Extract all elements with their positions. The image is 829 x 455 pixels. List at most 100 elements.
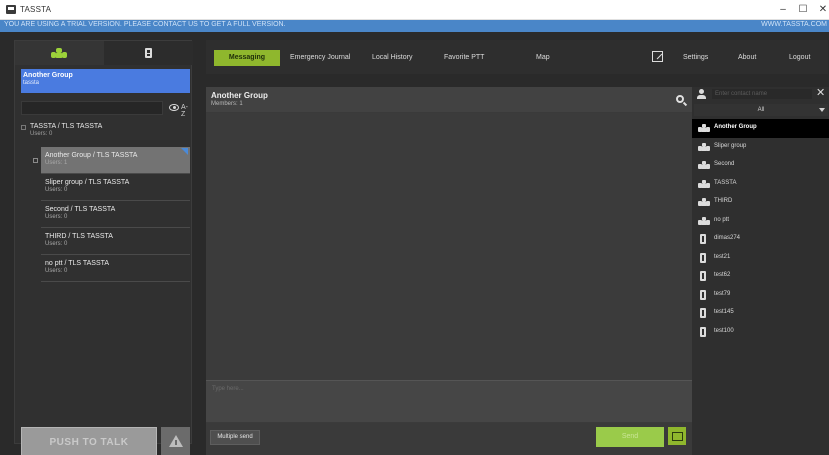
top-nav: Messaging Emergency Journal Local Histor… [206, 40, 828, 74]
group-users: Users: 0 [45, 187, 68, 193]
trial-message: YOU ARE USING A TRIAL VERSION. PLEASE CO… [4, 21, 286, 28]
contact-item[interactable]: test145 [692, 304, 829, 323]
tab-emergency-journal[interactable]: Emergency Journal [290, 50, 350, 66]
contact-label: Another Group [714, 124, 757, 130]
edit-icon[interactable] [652, 51, 663, 62]
device-icon [700, 326, 706, 337]
contact-label: test79 [714, 290, 731, 297]
contact-list: Another Group Sliper group Second TASSTA… [692, 119, 829, 341]
contact-label: TASSTA [714, 179, 737, 186]
chat-title: Another Group [211, 91, 268, 100]
maximize-button[interactable]: ☐ [795, 3, 811, 17]
window-title: TASSTA [20, 5, 52, 14]
device-icon [700, 271, 706, 281]
contact-item[interactable]: dimas274 [692, 230, 829, 249]
group-search-row: A-Z [21, 101, 190, 118]
group-name: THIRD / TLS TASSTA [45, 233, 113, 240]
contact-label: Second [714, 161, 735, 167]
group-icon [698, 124, 710, 132]
group-list-item[interactable]: Another Group / TLS TASSTA Users: 1 [33, 147, 190, 174]
selected-group-name: Another Group [23, 72, 73, 79]
tab-local-history[interactable]: Local History [372, 50, 412, 66]
expand-icon[interactable] [21, 125, 26, 130]
group-icon [698, 179, 710, 188]
person-icon [697, 89, 706, 99]
contact-item[interactable]: TASSTA [692, 175, 829, 194]
group-list: Another Group / TLS TASSTA Users: 1 Slip… [33, 147, 190, 282]
left-panel: Another Group tassta A-Z TASSTA / TLS TA… [14, 40, 193, 455]
contact-filter-select[interactable]: All [694, 104, 828, 116]
selected-group-user: tassta [23, 80, 40, 86]
selected-corner-icon [181, 148, 188, 155]
group-users: Users: 0 [45, 268, 68, 274]
contact-label: no ptt [714, 216, 730, 223]
device-icon [145, 48, 152, 58]
attachment-icon[interactable] [668, 427, 686, 445]
contact-item[interactable]: Another Group [692, 119, 829, 138]
tab-map[interactable]: Map [536, 50, 550, 66]
chat-panel: Another Group Members: 1 Type here... Mu… [206, 87, 692, 455]
group-name: Sliper group / TLS TASSTA [45, 179, 130, 186]
group-list-item[interactable]: THIRD / TLS TASSTA Users: 0 [41, 228, 190, 255]
contact-search-input[interactable]: Enter contact name [712, 89, 812, 99]
device-icon [700, 234, 706, 244]
contact-item[interactable]: Second [692, 156, 829, 175]
eye-icon[interactable] [169, 104, 179, 111]
contact-item[interactable]: test100 [692, 323, 829, 342]
tab-favorite-ptt[interactable]: Favorite PTT [444, 50, 484, 66]
multiple-send-button[interactable]: Multiple send [210, 430, 260, 445]
clear-search-icon[interactable]: ✕ [816, 87, 825, 99]
push-to-talk-button[interactable]: PUSH TO TALK [21, 427, 157, 455]
contact-item[interactable]: no ptt [692, 212, 829, 231]
tab-devices[interactable] [104, 41, 193, 65]
tree-root-users: Users: 0 [30, 131, 53, 137]
message-compose-box[interactable]: Type here... [206, 380, 692, 422]
tab-groups[interactable] [15, 41, 104, 65]
device-icon [700, 252, 706, 263]
group-icon [698, 161, 710, 169]
trial-banner: YOU ARE USING A TRIAL VERSION. PLEASE CO… [0, 20, 829, 32]
emergency-button[interactable] [161, 427, 190, 455]
group-name: Another Group / TLS TASSTA [45, 152, 138, 159]
contact-item[interactable]: THIRD [692, 193, 829, 212]
contact-label: test21 [714, 253, 731, 260]
group-list-item[interactable]: Second / TLS TASSTA Users: 0 [41, 201, 190, 228]
group-list-item[interactable]: no ptt / TLS TASSTA Users: 0 [41, 255, 190, 282]
contact-label: test62 [714, 272, 731, 278]
contacts-panel: Enter contact name ✕ All Another Group S… [692, 87, 829, 455]
device-icon [700, 308, 706, 318]
close-button[interactable]: ✕ [815, 3, 829, 17]
group-users: Users: 0 [45, 214, 68, 220]
selected-group-card[interactable]: Another Group tassta [21, 69, 190, 93]
search-icon[interactable] [676, 95, 684, 103]
minimize-button[interactable]: – [775, 3, 791, 17]
group-search-input[interactable] [21, 101, 163, 115]
device-icon [700, 289, 706, 300]
contact-label: test145 [714, 309, 734, 315]
contact-label: dimas274 [714, 235, 741, 241]
contact-item[interactable]: test79 [692, 286, 829, 305]
window-titlebar: TASSTA – ☐ ✕ [0, 0, 829, 20]
contact-item[interactable]: test62 [692, 267, 829, 286]
chevron-down-icon [819, 108, 825, 112]
ptt-area: PUSH TO TALK [21, 427, 190, 455]
sort-az-button[interactable]: A-Z [181, 104, 190, 118]
settings-link[interactable]: Settings [683, 50, 708, 66]
tree-root-name: TASSTA / TLS TASSTA [30, 123, 103, 130]
expand-icon[interactable] [33, 158, 38, 163]
website-link[interactable]: WWW.TASSTA.COM [761, 21, 827, 28]
contact-label: Sliper group [714, 142, 747, 149]
group-list-item[interactable]: Sliper group / TLS TASSTA Users: 0 [41, 174, 190, 201]
group-icon [698, 142, 710, 151]
group-icon [51, 48, 67, 58]
group-name: no ptt / TLS TASSTA [45, 260, 110, 267]
tab-messaging[interactable]: Messaging [214, 50, 280, 66]
chat-footer: Multiple send Send [206, 423, 692, 455]
contact-item[interactable]: Sliper group [692, 138, 829, 157]
logout-link[interactable]: Logout [789, 50, 810, 66]
group-users: Users: 1 [45, 160, 68, 166]
left-panel-tabs [15, 41, 193, 65]
contact-item[interactable]: test21 [692, 249, 829, 268]
about-link[interactable]: About [738, 50, 756, 66]
send-button[interactable]: Send [596, 427, 664, 447]
